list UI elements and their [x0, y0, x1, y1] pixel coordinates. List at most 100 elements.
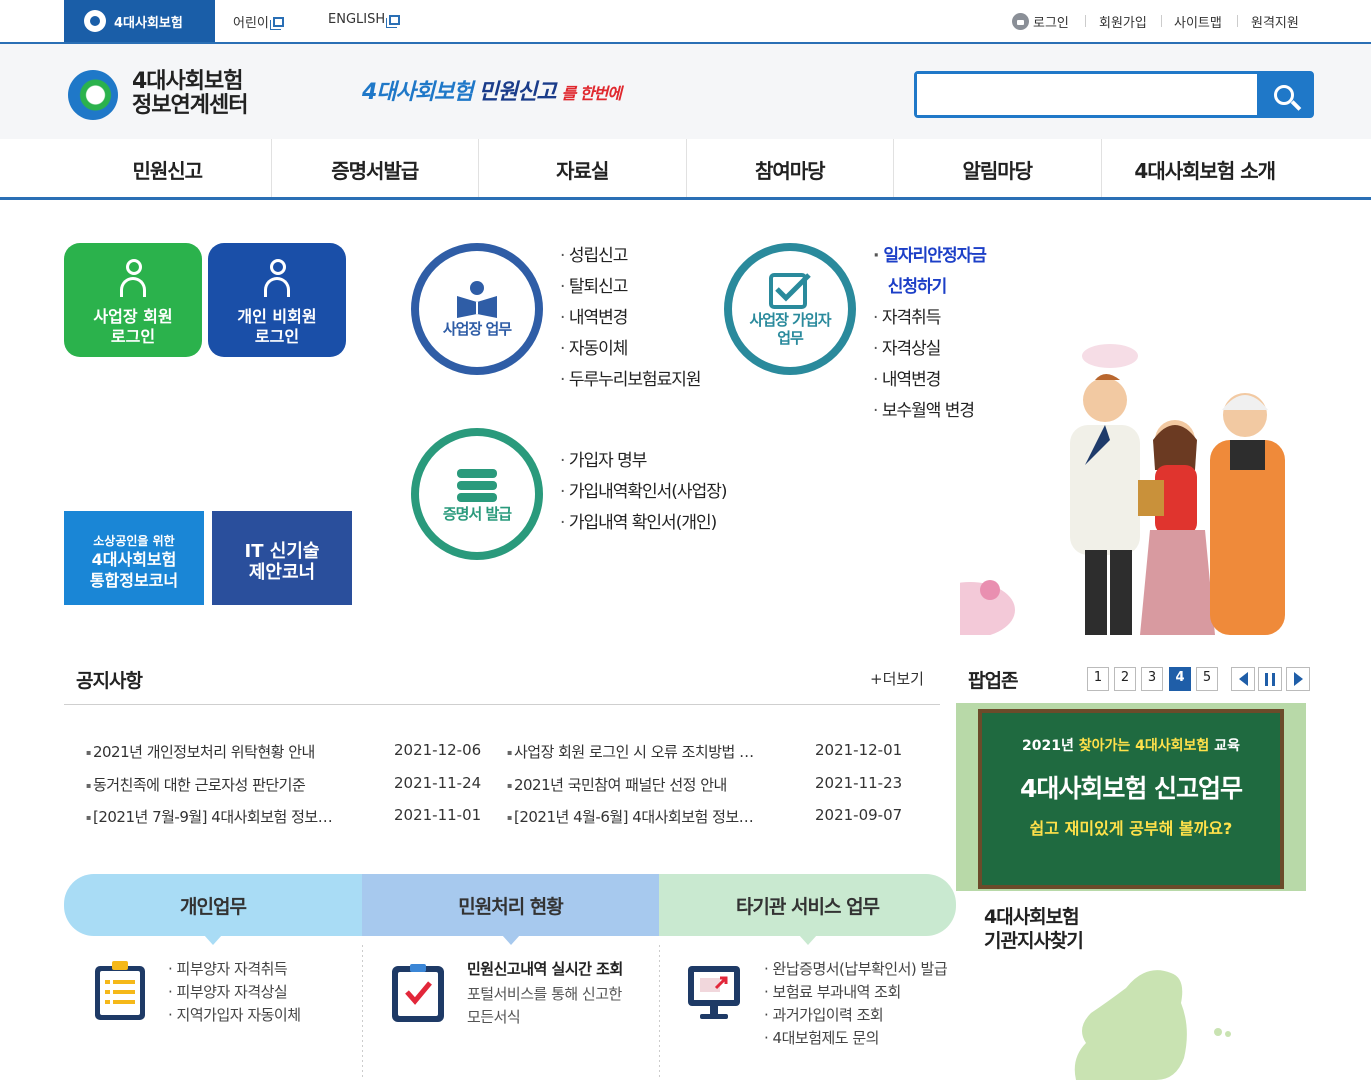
list-item[interactable]: 지역가입자 자동이체	[168, 1004, 301, 1027]
search-box	[914, 71, 1314, 118]
small-biz-line1: 4대사회보험	[91, 550, 177, 569]
site-logo-icon[interactable]	[68, 70, 118, 120]
chalkboard: 2021년 찾아가는 4대사회보험 교육 4대사회보험 신고업무 쉽고 재미있게…	[978, 709, 1284, 889]
list-item[interactable]: 성립신고	[560, 241, 701, 272]
list-item[interactable]: 보험료 부과내역 조회	[764, 981, 947, 1004]
notice-date: 2021-12-06	[394, 741, 482, 759]
branch-finder-link[interactable]: 4대사회보험 기관지사찾기	[984, 905, 1084, 953]
korea-map-icon[interactable]	[1066, 958, 1246, 1080]
tab-other-agency-label: 타기관 서비스 업무	[735, 895, 880, 918]
list-item[interactable]: 피부양자 자격취득	[168, 958, 301, 981]
notice-item[interactable]: [2021년 7월-9월] 4대사회보험 정보연계센터 업무처리 현황	[86, 806, 341, 827]
kids-link-label: 어린이	[233, 16, 269, 31]
list-item[interactable]: 가입자 명부	[560, 446, 726, 477]
site-logo-text[interactable]: 4대사회보험 정보연계센터	[132, 70, 248, 118]
lock-icon	[1012, 13, 1029, 30]
tab-civil-status[interactable]: 민원처리 현황	[362, 874, 659, 945]
nav-notice[interactable]: 알림마당	[894, 139, 1102, 199]
list-item[interactable]: 자격취득	[873, 303, 986, 334]
popup-page-5[interactable]: 5	[1196, 667, 1218, 691]
popup-page-3[interactable]: 3	[1141, 667, 1163, 691]
tab-pointer	[798, 935, 817, 945]
business-member-login-button[interactable]: 사업장 회원 로그인	[64, 243, 202, 357]
workers-illustration	[960, 344, 1285, 635]
list-item[interactable]: 4대보험제도 문의	[764, 1027, 947, 1050]
nav-certificate[interactable]: 증명서발급	[272, 139, 479, 199]
biz-login-line1: 사업장 회원	[93, 307, 173, 326]
list-item[interactable]: 과거가입이력 조회	[764, 1004, 947, 1027]
brand-tab[interactable]: 4대사회보험	[64, 0, 215, 42]
tab-other-agency[interactable]: 타기관 서비스 업무	[659, 874, 956, 945]
nav-civil-report[interactable]: 민원신고	[64, 139, 272, 199]
list-item[interactable]: 완납증명서(납부확인서) 발급	[764, 958, 948, 981]
list-item[interactable]: 탈퇴신고	[560, 272, 701, 303]
notice-item[interactable]: 동거친족에 대한 근로자성 판단기준	[86, 774, 326, 795]
notice-item[interactable]: [2021년 4월-6월] 4대사회보험 정보연계센터 업무처리 현황	[507, 806, 762, 827]
popup-page-4[interactable]: 4	[1169, 667, 1191, 691]
small-business-banner[interactable]: 소상공인을 위한 4대사회보험 통합정보코너	[64, 511, 204, 605]
list-item[interactable]: 피부양자 자격상실	[168, 981, 301, 1004]
personal-work-list: 피부양자 자격취득 피부양자 자격상실 지역가입자 자동이체	[168, 958, 301, 1027]
person-login-line1: 개인 비회원	[237, 307, 317, 326]
notice-date: 2021-09-07	[815, 806, 903, 824]
popup-page-2[interactable]: 2	[1114, 667, 1136, 691]
notice-date: 2021-11-23	[815, 774, 903, 792]
book-reader-icon	[457, 281, 497, 318]
divider	[1237, 15, 1238, 27]
employment-stability-fund-link[interactable]: 일자리안정자금	[873, 241, 986, 272]
main-navigation: 민원신고 증명서발급 자료실 참여마당 알림마당 4대사회보험 소개	[64, 139, 1308, 199]
english-link[interactable]: ENGLISH	[328, 12, 401, 27]
kids-link[interactable]: 어린이	[233, 12, 284, 31]
list-item[interactable]: 가입내역확인서(사업장)	[560, 477, 728, 508]
certificate-issue-label: 증명서 발급	[442, 505, 512, 523]
list-item[interactable]: 가입내역 확인서(개인)	[560, 508, 726, 539]
login-link[interactable]: 로그인	[1012, 12, 1069, 31]
branch-line2: 기관지사찾기	[984, 930, 1084, 952]
list-item[interactable]: 자동이체	[560, 334, 701, 365]
slogan-part3: 를 한번에	[561, 84, 621, 103]
prev-arrow-icon	[1238, 672, 1248, 686]
popup-page-1[interactable]: 1	[1087, 667, 1109, 691]
slogan-part2: 민원신고	[478, 80, 557, 105]
employment-stability-fund-link-line2[interactable]: 신청하기	[873, 272, 986, 303]
column-divider	[659, 945, 660, 1080]
list-item[interactable]: 내역변경	[560, 303, 701, 334]
sitemap-link[interactable]: 사이트맵	[1174, 12, 1222, 31]
nav-about[interactable]: 4대사회보험 소개	[1102, 139, 1309, 199]
notice-item[interactable]: 사업장 회원 로그인 시 오류 조치방법 안내	[507, 741, 757, 762]
business-work-button[interactable]: 사업장 업무	[411, 243, 543, 375]
nav-participation[interactable]: 참여마당	[687, 139, 894, 199]
brand-tab-label: 4대사회보험	[114, 15, 183, 31]
document-stack-icon	[457, 469, 497, 502]
personal-guest-login-button[interactable]: 개인 비회원 로그인	[208, 243, 346, 357]
business-work-label: 사업장 업무	[442, 320, 512, 338]
realtime-status-link[interactable]: 민원신고내역 실시간 조회	[467, 958, 623, 979]
popup-prev-button[interactable]	[1231, 667, 1255, 691]
notice-item[interactable]: 2021년 개인정보처리 위탁현황 안내	[86, 741, 326, 762]
notice-date: 2021-11-01	[394, 806, 482, 824]
subscriber-work-button[interactable]: 사업장 가입자 업무	[724, 243, 856, 375]
monitor-icon	[688, 966, 740, 1019]
search-icon	[1274, 84, 1294, 105]
divider	[1161, 15, 1162, 27]
remote-support-link[interactable]: 원격지원	[1251, 12, 1299, 31]
popup-banner[interactable]: 2021년 찾아가는 4대사회보험 교육 4대사회보험 신고업무 쉽고 재미있게…	[956, 703, 1306, 891]
popup-pause-button[interactable]	[1258, 667, 1282, 691]
other-agency-list: 완납증명서(납부확인서) 발급 보험료 부과내역 조회 과거가입이력 조회 4대…	[764, 958, 948, 1050]
certificate-issue-button[interactable]: 증명서 발급	[411, 428, 543, 560]
search-input[interactable]	[917, 74, 1257, 115]
list-item[interactable]: 두루누리보험료지원	[560, 365, 702, 396]
join-link[interactable]: 회원가입	[1099, 12, 1147, 31]
notice-date: 2021-12-01	[815, 741, 903, 759]
notice-item[interactable]: 2021년 국민참여 패널단 선정 안내	[507, 774, 757, 795]
popup-line1-a: 2021년	[1022, 738, 1079, 754]
sitemap-link-label: 사이트맵	[1174, 16, 1222, 31]
next-arrow-icon	[1293, 672, 1303, 686]
tab-personal-work[interactable]: 개인업무	[64, 874, 362, 945]
notice-more-link[interactable]: +더보기	[870, 668, 924, 689]
search-button[interactable]	[1257, 74, 1311, 115]
popup-next-button[interactable]	[1286, 667, 1310, 691]
user-icon	[262, 259, 292, 299]
it-proposal-banner[interactable]: IT 신기술 제안코너	[212, 511, 352, 605]
nav-resources[interactable]: 자료실	[479, 139, 687, 199]
